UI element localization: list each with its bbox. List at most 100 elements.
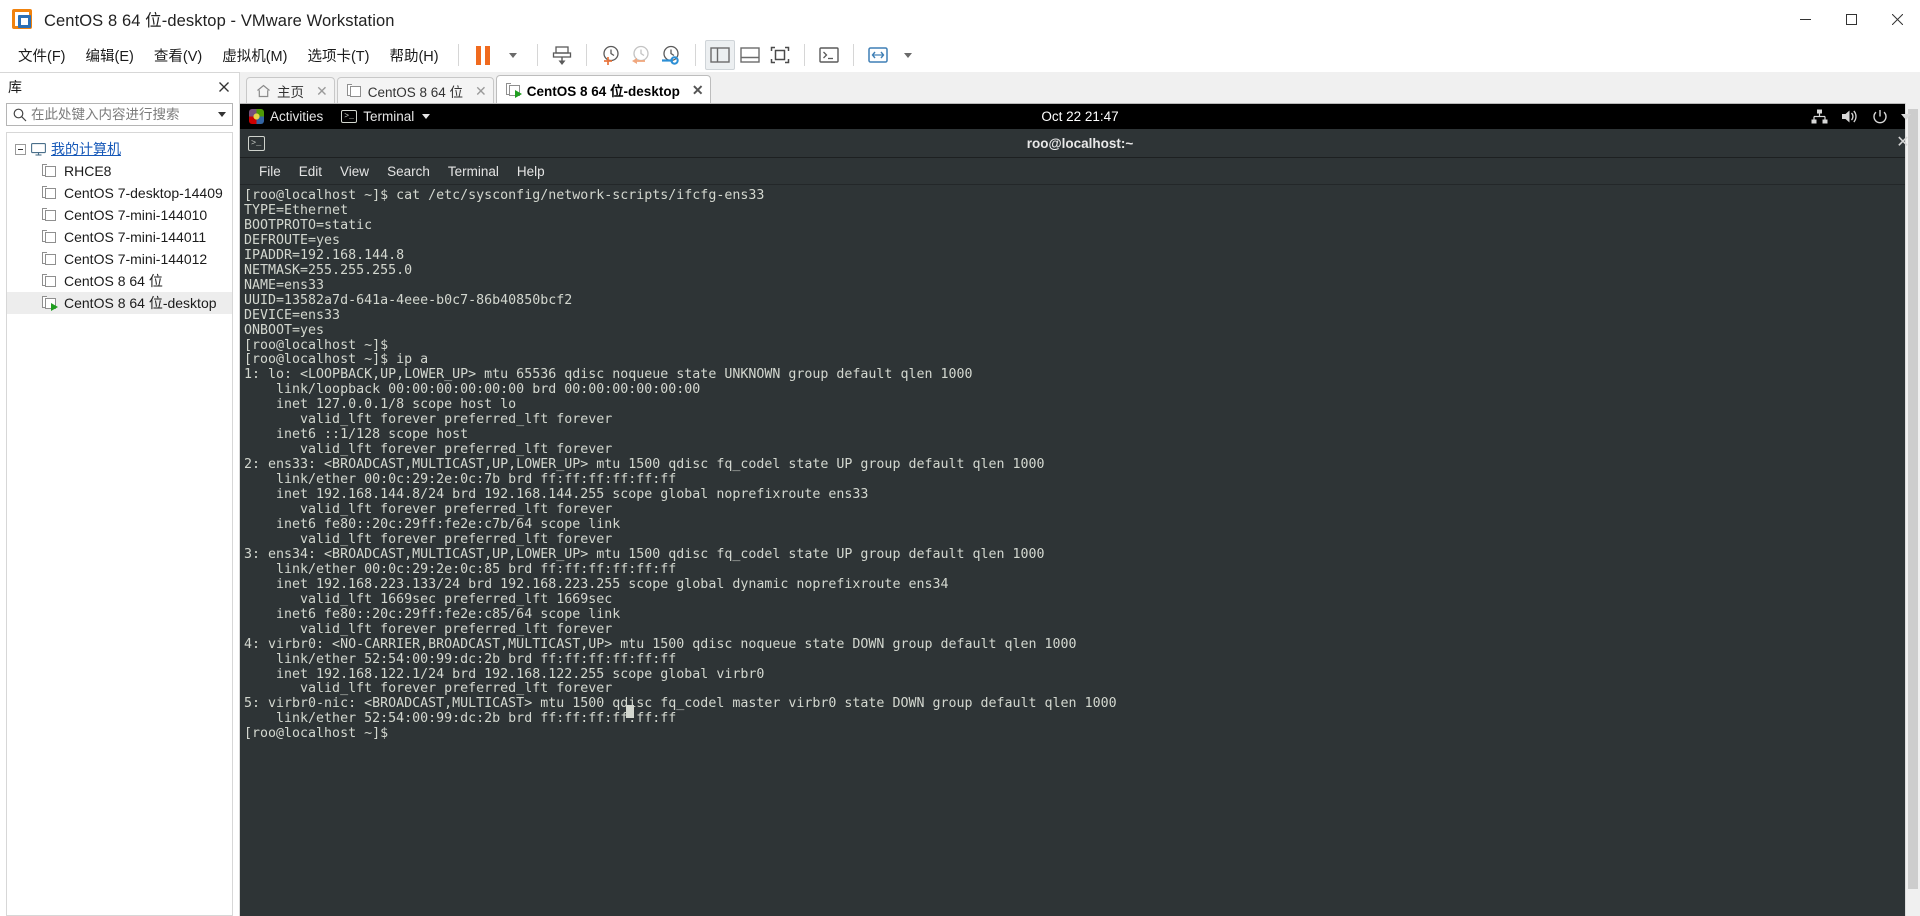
- library-search-box[interactable]: [6, 103, 233, 126]
- gnome-app-menu[interactable]: >_ Terminal: [341, 109, 431, 124]
- vm-running-icon: [42, 296, 58, 311]
- tab-close-icon[interactable]: ✕: [475, 84, 487, 98]
- stretch-guest-button[interactable]: [863, 40, 893, 70]
- terminal-menu-view[interactable]: View: [331, 162, 378, 181]
- suspend-button[interactable]: [468, 40, 498, 70]
- sidebar-panel-icon: [709, 47, 730, 63]
- chevron-down-icon: [1901, 113, 1911, 120]
- main-body: 库 我: [0, 72, 1920, 916]
- gnome-clock[interactable]: Oct 22 21:47: [240, 109, 1920, 124]
- terminal-icon: >_: [341, 110, 358, 123]
- clock-back-icon: [631, 45, 649, 64]
- list-item-label: RHCE8: [64, 163, 112, 179]
- tree-root-my-computer[interactable]: 我的计算机: [7, 138, 232, 160]
- snapshot-save-icon: [552, 46, 571, 65]
- show-library-button[interactable]: [704, 40, 735, 70]
- volume-icon: [1842, 110, 1857, 123]
- menu-vm[interactable]: 虚拟机(M): [212, 41, 297, 70]
- library-header: 库: [0, 73, 239, 101]
- manage-snapshot-button[interactable]: [547, 40, 577, 70]
- gnome-activities-button[interactable]: Activities: [249, 109, 323, 124]
- bottom-panel-icon: [739, 47, 760, 63]
- vm-icon: [42, 186, 57, 200]
- terminal-menubar: File Edit View Search Terminal Help: [240, 158, 1920, 185]
- list-item[interactable]: CentOS 7-desktop-14409: [7, 182, 232, 204]
- library-tree: 我的计算机 RHCE8 CentOS 7-desktop-14409 CentO…: [6, 132, 233, 916]
- tab-label: CentOS 8 64 位: [367, 84, 464, 100]
- tab-home[interactable]: 主页 ✕: [246, 77, 335, 103]
- take-snapshot-button[interactable]: [596, 40, 626, 70]
- list-item-selected[interactable]: CentOS 8 64 位-desktop: [7, 292, 232, 314]
- toolbar-separator: [852, 44, 854, 66]
- list-item[interactable]: CentOS 8 64 位: [7, 270, 232, 292]
- unity-mode-button[interactable]: [814, 40, 844, 70]
- fullscreen-icon: [770, 46, 789, 64]
- gnome-system-tray[interactable]: [1811, 109, 1911, 125]
- menu-help[interactable]: 帮助(H): [379, 41, 448, 70]
- menu-view[interactable]: 查看(V): [144, 41, 212, 70]
- tab-label: 主页: [277, 84, 304, 100]
- collapse-expander-icon[interactable]: [15, 143, 26, 155]
- gnome-top-bar: Activities >_ Terminal Oct 22 21:47: [240, 104, 1920, 129]
- list-item[interactable]: CentOS 7-mini-144010: [7, 204, 232, 226]
- console-icon: [818, 47, 839, 63]
- vm-icon: [42, 164, 57, 178]
- clock-wrench-icon: [661, 45, 679, 65]
- snapshot-manager-button[interactable]: [656, 40, 686, 70]
- terminal-menu-terminal[interactable]: Terminal: [439, 162, 508, 181]
- console-scrollbar-thumb[interactable]: [1908, 109, 1918, 890]
- chevron-down-icon[interactable]: [218, 112, 226, 117]
- terminal-menu-help[interactable]: Help: [508, 162, 554, 181]
- terminal-output-area[interactable]: [roo@localhost ~]$ cat /etc/sysconfig/ne…: [240, 185, 1920, 916]
- vm-icon: [346, 83, 362, 98]
- list-item[interactable]: RHCE8: [7, 160, 232, 182]
- chevron-down-icon: [422, 114, 431, 119]
- toolbar-separator: [457, 44, 459, 66]
- app-menu-label: Terminal: [363, 109, 415, 124]
- tab-centos8[interactable]: CentOS 8 64 位 ✕: [336, 77, 494, 103]
- vm-icon: [42, 274, 57, 288]
- terminal-menu-edit[interactable]: Edit: [290, 162, 331, 181]
- tree-root-label[interactable]: 我的计算机: [51, 139, 121, 159]
- power-dropdown[interactable]: [498, 40, 528, 70]
- menu-edit[interactable]: 编辑(E): [76, 41, 144, 70]
- content-area: 主页 ✕ CentOS 8 64 位 ✕ CentOS 8 64 位-deskt…: [240, 72, 1920, 916]
- console-scrollbar[interactable]: [1905, 103, 1920, 916]
- chevron-down-icon: [903, 52, 912, 58]
- stretch-dropdown[interactable]: [893, 40, 923, 70]
- vm-console-screen[interactable]: Activities >_ Terminal Oct 22 21:47 >_ r…: [240, 103, 1920, 916]
- pause-icon: [475, 45, 490, 65]
- show-console-view-button[interactable]: [735, 40, 765, 70]
- list-item[interactable]: CentOS 7-mini-144011: [7, 226, 232, 248]
- list-item[interactable]: CentOS 7-mini-144012: [7, 248, 232, 270]
- revert-snapshot-button[interactable]: [626, 40, 656, 70]
- toolbar-separator: [585, 44, 587, 66]
- list-item-label: CentOS 7-desktop-14409: [64, 185, 223, 201]
- close-icon: [219, 82, 229, 92]
- maximize-button[interactable]: [1828, 0, 1874, 38]
- tab-centos8-desktop[interactable]: CentOS 8 64 位-desktop ✕: [495, 75, 711, 103]
- minimize-button[interactable]: [1782, 0, 1828, 38]
- tab-close-icon[interactable]: ✕: [316, 84, 328, 98]
- library-close-button[interactable]: [215, 78, 233, 96]
- terminal-text: [roo@localhost ~]$ cat /etc/sysconfig/ne…: [244, 188, 1117, 742]
- vm-running-icon: [505, 82, 522, 98]
- toolbar-separator: [694, 44, 696, 66]
- list-item-label: CentOS 7-mini-144010: [64, 207, 208, 223]
- terminal-menu-search[interactable]: Search: [378, 162, 439, 181]
- terminal-close-button[interactable]: ✕: [1894, 135, 1912, 151]
- close-button[interactable]: [1874, 0, 1920, 38]
- tab-close-icon[interactable]: ✕: [692, 83, 704, 97]
- library-panel: 库 我: [0, 72, 240, 916]
- search-input[interactable]: [31, 107, 218, 122]
- menu-file[interactable]: 文件(F): [8, 41, 76, 70]
- power-icon: [1873, 109, 1887, 123]
- library-title: 库: [8, 79, 22, 95]
- expand-arrows-icon: [867, 47, 888, 63]
- vm-icon: [42, 208, 57, 222]
- menu-tabs[interactable]: 选项卡(T): [297, 41, 379, 70]
- terminal-window: >_ roo@localhost:~ ✕ File Edit View Sear…: [240, 129, 1920, 916]
- terminal-menu-file[interactable]: File: [250, 162, 290, 181]
- list-item-label: CentOS 7-mini-144011: [64, 229, 207, 245]
- fullscreen-button[interactable]: [765, 40, 795, 70]
